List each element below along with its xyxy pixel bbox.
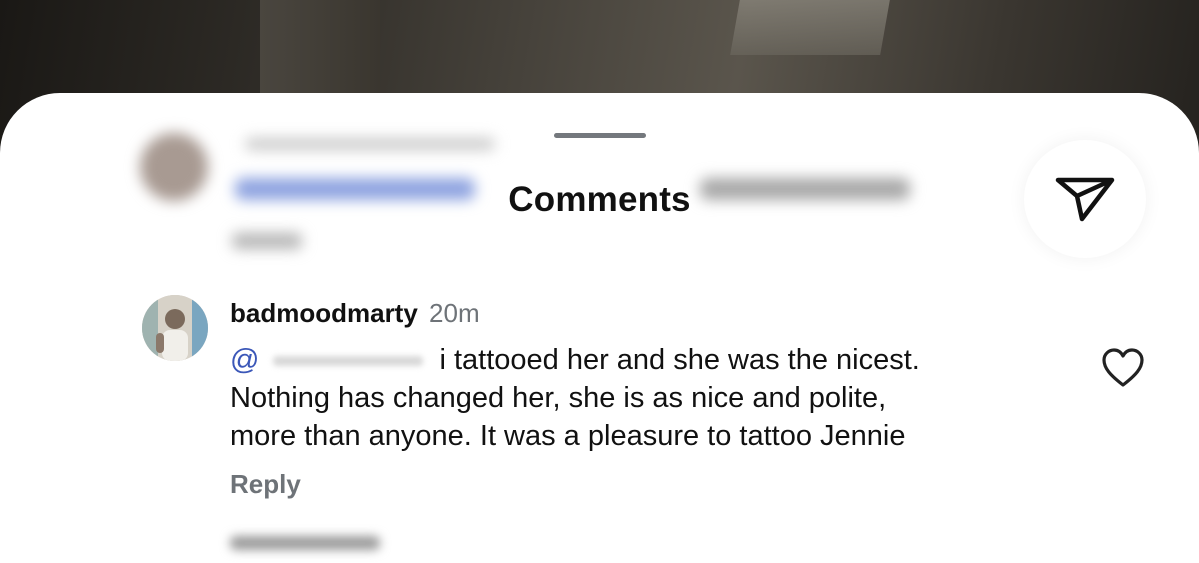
- comment-username[interactable]: badmoodmarty: [230, 298, 418, 328]
- comment-line-2: Nothing has changed her, she is as nice …: [230, 382, 887, 414]
- sheet-title: Comments: [508, 180, 691, 219]
- comment-time: 20m: [429, 298, 480, 328]
- comment-mention[interactable]: @: [230, 344, 259, 376]
- next-comment-blurred: [230, 536, 380, 550]
- comment-meta: badmoodmarty 20m: [230, 298, 480, 329]
- drag-handle[interactable]: [554, 133, 646, 138]
- heart-icon[interactable]: [1100, 347, 1146, 389]
- blurred-username: [245, 138, 495, 150]
- share-button[interactable]: [1024, 140, 1146, 258]
- comments-sheet: Comments badmoodmarty 20m @ i tattooed he…: [0, 93, 1199, 563]
- send-icon: [1055, 177, 1115, 222]
- background-light-fixture: [730, 0, 890, 55]
- avatar[interactable]: [142, 295, 208, 361]
- reply-button[interactable]: Reply: [230, 469, 301, 500]
- comment-line-3: more than anyone. It was a pleasure to t…: [230, 420, 906, 452]
- blurred-reply: [232, 233, 302, 249]
- comment-text: @ i tattooed her and she was the nicest. …: [230, 341, 1070, 455]
- comment-line-1: i tattooed her and she was the nicest.: [439, 344, 920, 376]
- mention-redacted: [273, 356, 424, 367]
